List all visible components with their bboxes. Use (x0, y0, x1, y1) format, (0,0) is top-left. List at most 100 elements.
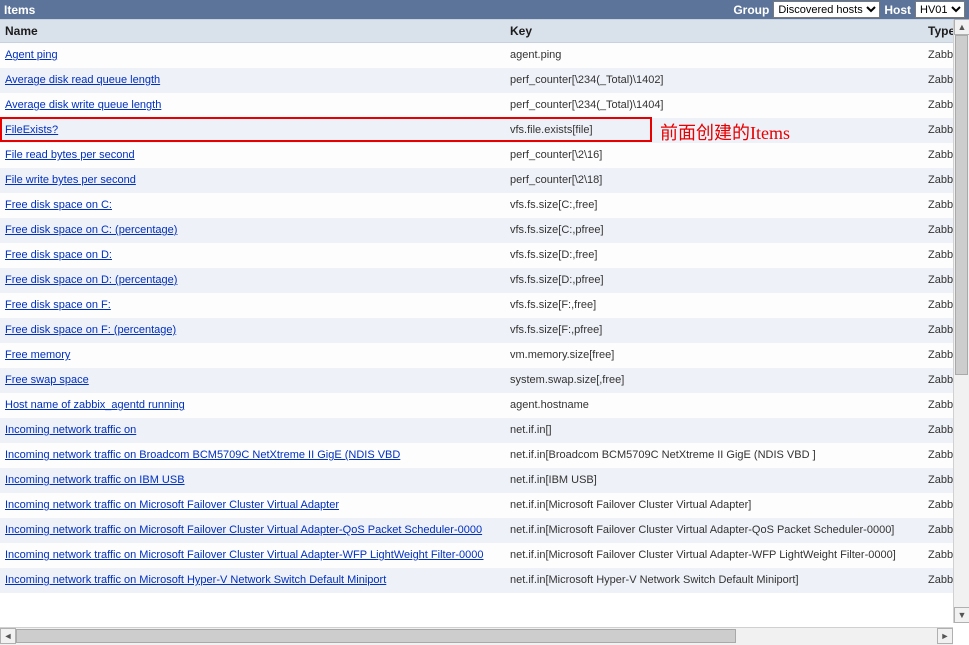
item-type-cell: Zabb (923, 418, 953, 443)
item-name-link[interactable]: Free swap space (5, 374, 89, 386)
horizontal-scroll-track[interactable] (16, 628, 937, 645)
item-key-cell: vfs.fs.size[F:,pfree] (505, 318, 923, 343)
item-key-cell: net.if.in[Microsoft Failover Cluster Vir… (505, 493, 923, 518)
horizontal-scroll-thumb[interactable] (16, 629, 736, 643)
table-row: Free disk space on D: (percentage) vfs.fs… (0, 268, 953, 293)
item-name-link[interactable]: Incoming network traffic on IBM USB (5, 474, 185, 486)
item-name-link[interactable]: Free disk space on D: (percentage) (5, 274, 177, 286)
table-row: File read bytes per second perf_counter[\… (0, 143, 953, 168)
item-name-link[interactable]: Incoming network traffic on Microsoft Fa… (5, 549, 484, 561)
scroll-left-arrow-icon[interactable]: ◄ (0, 628, 16, 644)
item-name-link[interactable]: Free disk space on D: (5, 249, 112, 261)
item-key-cell: vfs.fs.size[F:,free] (505, 293, 923, 318)
item-type-cell: Zabb (923, 468, 953, 493)
item-name-link[interactable]: Incoming network traffic on Microsoft Fa… (5, 499, 339, 511)
item-type-cell: Zabb (923, 518, 953, 543)
scroll-up-arrow-icon[interactable]: ▲ (954, 19, 969, 35)
item-key-cell: vfs.fs.size[D:,free] (505, 243, 923, 268)
item-name-link[interactable]: Free memory (5, 349, 70, 361)
item-type-cell: Zabb (923, 43, 953, 68)
col-header-name[interactable]: Name (0, 20, 505, 43)
item-type-cell: Zabb (923, 543, 953, 568)
item-type-cell: Zabb (923, 443, 953, 468)
items-title: Items (4, 3, 35, 17)
table-row: Free disk space on F: vfs.fs.size[F:,free… (0, 293, 953, 318)
item-key-cell: perf_counter[\2\18] (505, 168, 923, 193)
item-name-link[interactable]: Average disk read queue length (5, 74, 160, 86)
item-name-link[interactable]: Free disk space on F: (5, 299, 111, 311)
item-name-link[interactable]: Incoming network traffic on Microsoft Hy… (5, 574, 386, 586)
item-type-cell: Zabb (923, 243, 953, 268)
table-row: Free disk space on C: (percentage)vfs.fs… (0, 218, 953, 243)
header-filters: Group Discovered hosts Host HV01 (733, 1, 965, 18)
col-header-key[interactable]: Key (505, 20, 923, 43)
item-key-cell: system.swap.size[,free] (505, 368, 923, 393)
table-row: Incoming network traffic on net.if.in[]Za… (0, 418, 953, 443)
item-type-cell: Zabb (923, 318, 953, 343)
item-key-cell: agent.ping (505, 43, 923, 68)
vertical-scroll-thumb[interactable] (955, 35, 968, 375)
item-name-link[interactable]: Incoming network traffic on (5, 424, 136, 436)
item-type-cell: Zabb (923, 268, 953, 293)
col-header-type[interactable]: Type (923, 20, 953, 43)
item-name-link[interactable]: Free disk space on C: (percentage) (5, 224, 177, 236)
item-name-link[interactable]: Incoming network traffic on Microsoft Fa… (5, 524, 482, 536)
item-key-cell: agent.hostname (505, 393, 923, 418)
item-key-cell: perf_counter[\234(_Total)\1404] (505, 93, 923, 118)
item-key-cell: vfs.fs.size[C:,free] (505, 193, 923, 218)
scroll-down-arrow-icon[interactable]: ▼ (954, 607, 969, 623)
item-name-link[interactable]: Incoming network traffic on Broadcom BCM… (5, 449, 400, 461)
scroll-right-arrow-icon[interactable]: ► (937, 628, 953, 644)
item-name-link[interactable]: FileExists? (5, 124, 58, 136)
item-key-cell: vfs.fs.size[D:,pfree] (505, 268, 923, 293)
table-row: Incoming network traffic on Microsoft Hy… (0, 568, 953, 593)
horizontal-scrollbar[interactable]: ◄ ► (0, 627, 953, 645)
host-select[interactable]: HV01 (915, 1, 965, 18)
item-key-cell: net.if.in[Broadcom BCM5709C NetXtreme II… (505, 443, 923, 468)
table-row: Incoming network traffic on Microsoft Fa… (0, 543, 953, 568)
item-type-cell: Zabb (923, 168, 953, 193)
items-table: Name Key Type Agent pingagent.pingZabbAv… (0, 19, 953, 593)
item-type-cell: Zabb (923, 218, 953, 243)
table-row: Host name of zabbix_agentd running agent.… (0, 393, 953, 418)
table-row: Incoming network traffic on Microsoft Fa… (0, 518, 953, 543)
items-header: Items Group Discovered hosts Host HV01 (0, 0, 969, 19)
item-key-cell: vm.memory.size[free] (505, 343, 923, 368)
item-type-cell: Zabb (923, 368, 953, 393)
item-key-cell: net.if.in[Microsoft Hyper-V Network Swit… (505, 568, 923, 593)
item-key-cell: net.if.in[Microsoft Failover Cluster Vir… (505, 518, 923, 543)
item-name-link[interactable]: Free disk space on C: (5, 199, 112, 211)
item-key-cell: vfs.file.exists[file] (505, 118, 923, 143)
table-row: Average disk write queue length perf_coun… (0, 93, 953, 118)
table-row: Free disk space on F: (percentage) vfs.fs… (0, 318, 953, 343)
vertical-scrollbar[interactable]: ▲ ▼ (953, 19, 969, 623)
table-row: Agent ping agent.pingZabb (0, 43, 953, 68)
item-type-cell: Zabb (923, 93, 953, 118)
item-key-cell: net.if.in[IBM USB] (505, 468, 923, 493)
table-row: Average disk read queue lengthperf_count… (0, 68, 953, 93)
table-row: Free disk space on D: vfs.fs.size[D:,free… (0, 243, 953, 268)
group-label: Group (733, 3, 769, 17)
item-name-link[interactable]: Average disk write queue length (5, 99, 161, 111)
table-row: Incoming network traffic on Microsoft Fa… (0, 493, 953, 518)
item-key-cell: perf_counter[\2\16] (505, 143, 923, 168)
item-key-cell: net.if.in[Microsoft Failover Cluster Vir… (505, 543, 923, 568)
item-type-cell: Zabb (923, 118, 953, 143)
item-name-link[interactable]: File write bytes per second (5, 174, 136, 186)
host-label: Host (884, 3, 911, 17)
table-row: Incoming network traffic on IBM USB net.i… (0, 468, 953, 493)
table-row: Free memoryvm.memory.size[free]Zabb (0, 343, 953, 368)
table-header-row: Name Key Type (0, 20, 953, 43)
item-name-link[interactable]: File read bytes per second (5, 149, 135, 161)
item-key-cell: net.if.in[] (505, 418, 923, 443)
table-row: Free swap space system.swap.size[,free]Za… (0, 368, 953, 393)
item-name-link[interactable]: Free disk space on F: (percentage) (5, 324, 176, 336)
item-type-cell: Zabb (923, 143, 953, 168)
group-select[interactable]: Discovered hosts (773, 1, 880, 18)
vertical-scroll-track[interactable] (954, 35, 969, 607)
table-row: Incoming network traffic on Broadcom BCM… (0, 443, 953, 468)
item-type-cell: Zabb (923, 393, 953, 418)
item-name-link[interactable]: Agent ping (5, 49, 58, 61)
item-name-link[interactable]: Host name of zabbix_agentd running (5, 399, 185, 411)
items-content: Name Key Type Agent pingagent.pingZabbAv… (0, 19, 953, 623)
